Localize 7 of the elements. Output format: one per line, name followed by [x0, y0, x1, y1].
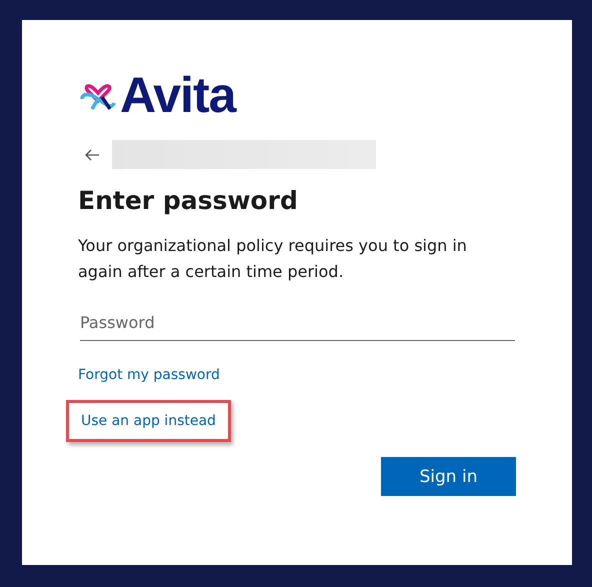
page-heading: Enter password: [78, 186, 299, 215]
back-arrow-icon[interactable]: [84, 148, 100, 160]
sign-in-button[interactable]: Sign in: [381, 457, 516, 496]
text-link[interactable]: Forgot my password: [78, 363, 220, 387]
logo-text: Avita: [120, 70, 236, 120]
policy-message: Your organizational policy requires you to sign in again after a certain time period.: [78, 235, 468, 283]
text-link[interactable]: Use an app instead: [66, 400, 231, 442]
